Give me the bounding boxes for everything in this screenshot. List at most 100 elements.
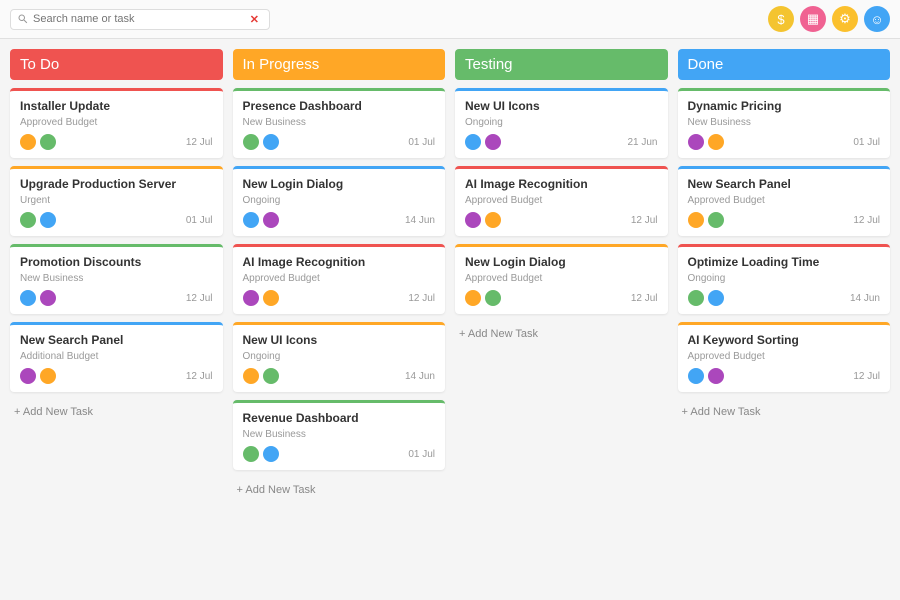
card-date: 12 Jul [853, 215, 880, 226]
add-task-button[interactable]: + Add New Task [233, 478, 446, 502]
task-card[interactable]: Promotion Discounts New Business 12 Jul [10, 244, 223, 314]
card-date: 21 Jun [627, 137, 657, 148]
avatar-icon [40, 134, 56, 150]
avatar-icon [485, 290, 501, 306]
avatar-icon [243, 134, 259, 150]
card-date: 12 Jul [631, 293, 658, 304]
add-task-button[interactable]: + Add New Task [455, 322, 668, 346]
column-blue: DoneDynamic PricingNew Business01 JulNew… [678, 49, 891, 590]
card-title: Dynamic Pricing [688, 99, 881, 113]
card-subtitle: New Business [20, 273, 213, 284]
task-card[interactable]: New Login Dialog Approved Budget 12 Jul [455, 244, 668, 314]
card-footer: 14 Jun [688, 290, 881, 306]
avatar-icon [708, 134, 724, 150]
card-footer: 12 Jul [688, 368, 881, 384]
task-card[interactable]: AI Keyword SortingApproved Budget12 Jul [678, 322, 891, 392]
assignee-avatars [243, 290, 279, 306]
card-subtitle: Ongoing [465, 117, 658, 128]
assignee-avatars [465, 134, 501, 150]
card-footer: 12 Jul [688, 212, 881, 228]
avatar-icon [263, 212, 279, 228]
user-icon[interactable]: ☺ [864, 6, 890, 32]
gear-icon[interactable]: ⚙ [832, 6, 858, 32]
avatar-icon [465, 134, 481, 150]
coin-icon[interactable]: $ [768, 6, 794, 32]
task-card[interactable]: Upgrade Production Server Urgent 01 Jul [10, 166, 223, 236]
task-card[interactable]: New Login DialogOngoing14 Jun [233, 166, 446, 236]
avatar-icon [243, 290, 259, 306]
task-card[interactable]: New Search PanelAdditional Budget12 Jul [10, 322, 223, 392]
avatar-icon [243, 212, 259, 228]
add-task-button[interactable]: + Add New Task [678, 400, 891, 424]
avatar-icon [688, 212, 704, 228]
assignee-avatars [243, 134, 279, 150]
task-card[interactable]: Installer UpdateApproved Budget12 Jul [10, 88, 223, 158]
search-input[interactable] [33, 13, 242, 25]
assignee-avatars [243, 368, 279, 384]
avatar-icon [243, 368, 259, 384]
card-date: 01 Jul [408, 137, 435, 148]
card-date: 01 Jul [853, 137, 880, 148]
card-date: 12 Jul [853, 371, 880, 382]
card-subtitle: Approved Budget [465, 195, 658, 206]
card-title: New Login Dialog [465, 255, 658, 269]
assignee-avatars [20, 134, 56, 150]
assignee-avatars [20, 212, 56, 228]
column-header: Testing [455, 49, 668, 80]
card-subtitle: Approved Budget [243, 273, 436, 284]
calendar-icon[interactable]: ▦ [800, 6, 826, 32]
card-date: 01 Jul [186, 215, 213, 226]
search-icon [17, 13, 29, 25]
task-card[interactable]: Optimize Loading Time Ongoing 14 Jun [678, 244, 891, 314]
card-title: New Search Panel [688, 177, 881, 191]
clear-search-icon[interactable]: ✕ [246, 13, 263, 26]
assignee-avatars [20, 290, 56, 306]
assignee-avatars [465, 212, 501, 228]
avatar-icon [485, 212, 501, 228]
avatar-icon [20, 290, 36, 306]
task-card[interactable]: AI Image RecognitionApproved Budget12 Ju… [233, 244, 446, 314]
task-card[interactable]: AI Image Recognition Approved Budget 12 Ju… [455, 166, 668, 236]
card-title: Promotion Discounts [20, 255, 213, 269]
assignee-avatars [688, 368, 724, 384]
card-title: AI Keyword Sorting [688, 333, 881, 347]
card-subtitle: Urgent [20, 195, 213, 206]
avatar-icon [40, 212, 56, 228]
card-title: Optimize Loading Time [688, 255, 881, 269]
add-task-button[interactable]: + Add New Task [10, 400, 223, 424]
avatar-icon [263, 446, 279, 462]
card-title: AI Image Recognition [465, 177, 658, 191]
card-date: 14 Jun [850, 293, 880, 304]
avatar-icon [243, 446, 259, 462]
assignee-avatars [20, 368, 56, 384]
card-subtitle: Approved Budget [688, 195, 881, 206]
avatar-icon [688, 290, 704, 306]
card-footer: 14 Jun [243, 368, 436, 384]
task-card[interactable]: New Search Panel Approved Budget 12 Jul [678, 166, 891, 236]
card-title: Installer Update [20, 99, 213, 113]
search-box[interactable]: ✕ [10, 9, 270, 30]
card-footer: 01 Jul [688, 134, 881, 150]
card-subtitle: New Business [243, 117, 436, 128]
card-title: Upgrade Production Server [20, 177, 213, 191]
card-footer: 12 Jul [20, 290, 213, 306]
column-red: To DoInstaller UpdateApproved Budget12 J… [10, 49, 223, 590]
assignee-avatars [688, 134, 724, 150]
task-card[interactable]: New UI Icons Ongoing 21 Jun [455, 88, 668, 158]
avatar-icon [40, 368, 56, 384]
assignee-avatars [688, 290, 724, 306]
card-footer: 14 Jun [243, 212, 436, 228]
task-card[interactable]: Dynamic PricingNew Business01 Jul [678, 88, 891, 158]
avatar-icon [263, 134, 279, 150]
assignee-avatars [465, 290, 501, 306]
card-subtitle: Ongoing [688, 273, 881, 284]
task-card[interactable]: Revenue DashboardNew Business01 Jul [233, 400, 446, 470]
card-date: 12 Jul [631, 215, 658, 226]
task-card[interactable]: New UI IconsOngoing14 Jun [233, 322, 446, 392]
assignee-avatars [688, 212, 724, 228]
card-date: 14 Jun [405, 215, 435, 226]
card-subtitle: Approved Budget [465, 273, 658, 284]
card-title: New UI Icons [465, 99, 658, 113]
card-footer: 12 Jul [465, 212, 658, 228]
task-card[interactable]: Presence DashboardNew Business01 Jul [233, 88, 446, 158]
